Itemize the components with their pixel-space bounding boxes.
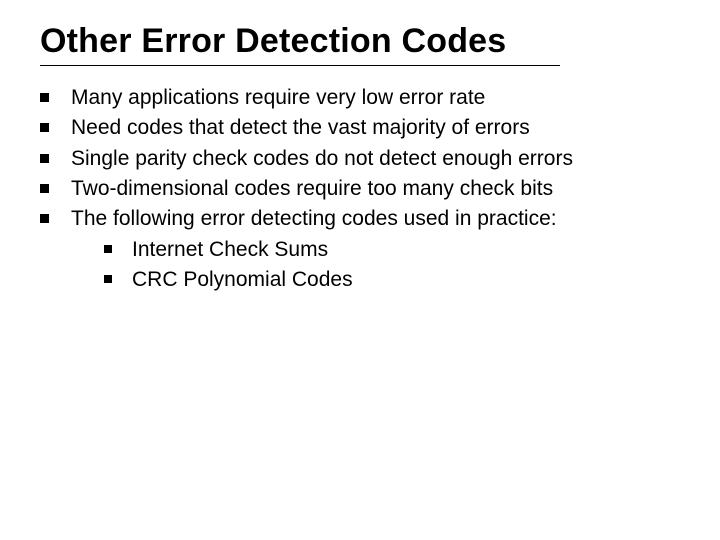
list-item: The following error detecting codes used… bbox=[40, 205, 680, 233]
sub-list-item: CRC Polynomial Codes bbox=[104, 266, 680, 294]
list-item: Single parity check codes do not detect … bbox=[40, 145, 680, 173]
slide: Other Error Detection Codes Many applica… bbox=[0, 0, 720, 540]
sub-list-item-text: CRC Polynomial Codes bbox=[132, 266, 680, 294]
bullet-list: Many applications require very low error… bbox=[40, 84, 680, 294]
sub-list-item: Internet Check Sums bbox=[104, 236, 680, 264]
sub-list-item-text: Internet Check Sums bbox=[132, 236, 680, 264]
list-item: Two-dimensional codes require too many c… bbox=[40, 175, 680, 203]
sub-bullet-list: Internet Check Sums CRC Polynomial Codes bbox=[104, 236, 680, 295]
list-item: Many applications require very low error… bbox=[40, 84, 680, 112]
bullet-icon bbox=[40, 154, 49, 163]
slide-title: Other Error Detection Codes bbox=[40, 22, 680, 61]
bullet-icon bbox=[104, 275, 112, 283]
list-item-text: Two-dimensional codes require too many c… bbox=[71, 175, 680, 203]
list-item-text: The following error detecting codes used… bbox=[71, 205, 680, 233]
title-underline bbox=[40, 65, 560, 66]
bullet-icon bbox=[40, 214, 49, 223]
list-item-text: Single parity check codes do not detect … bbox=[71, 145, 680, 173]
list-item-text: Need codes that detect the vast majority… bbox=[71, 114, 680, 142]
list-item-text: Many applications require very low error… bbox=[71, 84, 680, 112]
bullet-icon bbox=[40, 184, 49, 193]
bullet-icon bbox=[40, 93, 49, 102]
bullet-icon bbox=[40, 123, 49, 132]
list-item: Need codes that detect the vast majority… bbox=[40, 114, 680, 142]
bullet-icon bbox=[104, 245, 112, 253]
